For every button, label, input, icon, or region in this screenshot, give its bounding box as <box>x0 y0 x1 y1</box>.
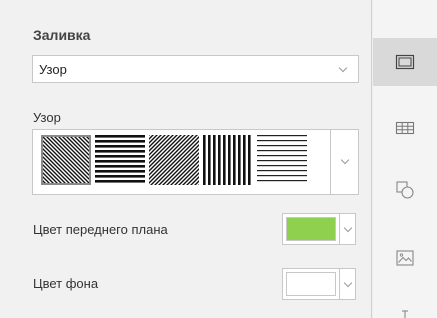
text-settings-tool[interactable] <box>373 296 437 318</box>
gallery-expand-chevron-icon[interactable] <box>340 155 350 165</box>
table-settings-tool[interactable] <box>373 104 437 152</box>
chevron-down-icon <box>343 223 353 233</box>
diagonal-up-dense-pattern-icon[interactable] <box>149 135 199 185</box>
pattern-gallery[interactable] <box>32 129 359 195</box>
chevron-down-icon <box>343 278 353 288</box>
diagonal-down-dense-pattern-icon[interactable] <box>41 135 91 185</box>
slide-settings-tool[interactable] <box>373 38 437 86</box>
horizontal-dense-pattern-icon[interactable] <box>95 135 145 185</box>
fill-section-title: Заливка <box>33 27 91 43</box>
foreground-color-picker[interactable] <box>282 213 356 245</box>
shape-settings-tool[interactable] <box>373 166 437 214</box>
foreground-color-swatch <box>286 217 336 241</box>
fill-type-select[interactable]: Узор <box>32 55 359 83</box>
slide-settings-icon <box>395 54 415 70</box>
pattern-label: Узор <box>33 110 61 125</box>
table-settings-icon <box>395 121 415 135</box>
gallery-divider <box>330 130 331 194</box>
background-color-swatch <box>286 272 336 296</box>
right-settings-toolbar <box>373 0 437 318</box>
image-settings-icon <box>396 250 414 266</box>
vertical-dense-pattern-icon[interactable] <box>203 135 253 185</box>
foreground-color-label: Цвет переднего плана <box>33 222 168 237</box>
shape-settings-icon <box>396 181 414 199</box>
horizontal-light-pattern-icon[interactable] <box>257 135 307 185</box>
text-settings-icon <box>402 310 408 318</box>
background-color-picker[interactable] <box>282 268 356 300</box>
color-picker-separator <box>339 214 340 244</box>
fill-type-value: Узор <box>39 62 67 77</box>
background-color-label: Цвет фона <box>33 276 99 291</box>
chevron-down-icon <box>338 63 348 73</box>
image-settings-tool[interactable] <box>373 234 437 282</box>
color-picker-separator <box>339 269 340 299</box>
fill-settings-panel: Заливка Узор Узор Цвет переднего плана Ц… <box>0 0 372 318</box>
